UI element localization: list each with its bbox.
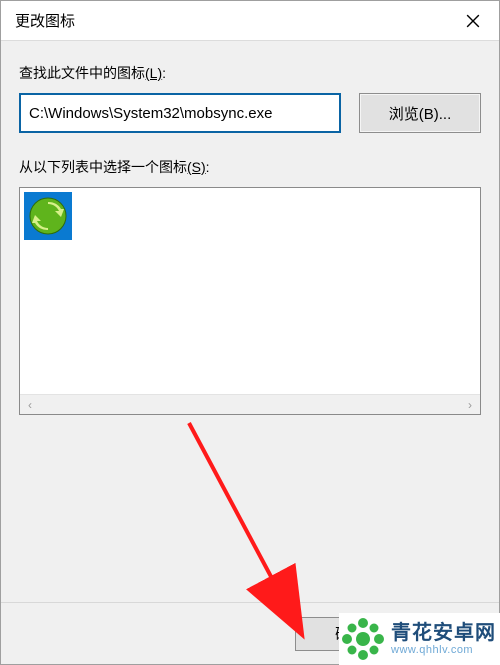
watermark: 青花安卓网 www.qhhlv.com bbox=[339, 613, 500, 665]
look-in-accel: (L) bbox=[145, 65, 162, 81]
browse-button[interactable]: 浏览(B)... bbox=[359, 93, 481, 133]
close-button[interactable] bbox=[447, 1, 499, 41]
scroll-right-icon[interactable]: › bbox=[460, 395, 480, 415]
icon-list[interactable]: ‹ › bbox=[19, 187, 481, 415]
icon-item-sync[interactable] bbox=[24, 192, 72, 240]
select-icon-text: 从以下列表中选择一个图标 bbox=[19, 157, 187, 177]
select-icon-label: 从以下列表中选择一个图标 (S): bbox=[19, 157, 481, 177]
look-in-text: 查找此文件中的图标 bbox=[19, 63, 145, 83]
watermark-name: 青花安卓网 bbox=[391, 622, 496, 644]
horizontal-scrollbar[interactable]: ‹ › bbox=[20, 394, 480, 414]
watermark-url: www.qhhlv.com bbox=[391, 644, 496, 656]
select-icon-accel: (S) bbox=[187, 159, 206, 175]
look-in-label: 查找此文件中的图标 (L): bbox=[19, 63, 481, 83]
change-icon-dialog: 更改图标 查找此文件中的图标 (L): 浏览(B)... 从以下列表中选择一个图… bbox=[0, 0, 500, 665]
path-row: 浏览(B)... bbox=[19, 93, 481, 133]
icon-path-input[interactable] bbox=[19, 93, 341, 133]
sync-icon bbox=[28, 196, 68, 236]
dialog-title: 更改图标 bbox=[15, 10, 447, 31]
titlebar: 更改图标 bbox=[1, 1, 499, 41]
scroll-left-icon[interactable]: ‹ bbox=[20, 395, 40, 415]
dialog-body: 查找此文件中的图标 (L): 浏览(B)... 从以下列表中选择一个图标 (S)… bbox=[1, 41, 499, 602]
close-icon bbox=[466, 14, 480, 28]
watermark-logo-icon bbox=[341, 617, 385, 661]
